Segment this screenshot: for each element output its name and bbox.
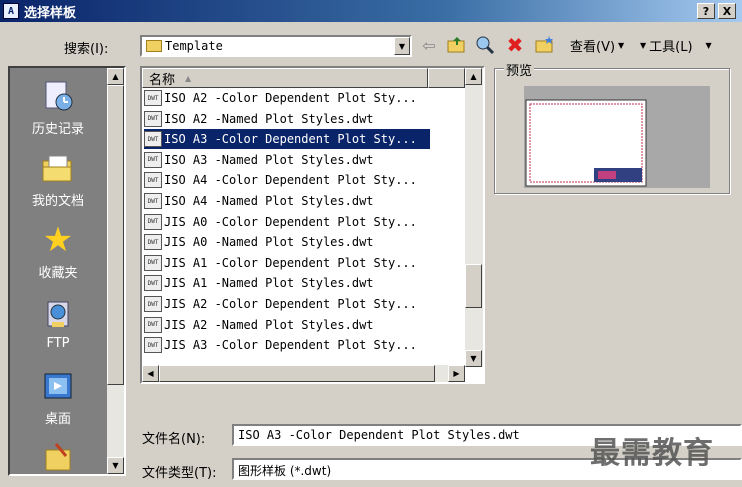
scroll-up-icon[interactable]: ▲: [465, 68, 482, 85]
tools-menu[interactable]: ▼ 工具(L) ▼: [640, 36, 712, 55]
dwt-file-icon: DWT: [144, 172, 162, 189]
file-name: ISO A2 -Color Dependent Plot Sty...: [164, 91, 417, 105]
file-list: 名称 ▲ DWT ISO A2 -Color Dependent Plot Sty…: [140, 66, 485, 384]
scroll-down-icon[interactable]: ▼: [465, 350, 482, 367]
preview-label: 预览: [504, 60, 535, 79]
dwt-file-icon: DWT: [144, 254, 162, 271]
file-name: ISO A4 -Named Plot Styles.dwt: [164, 194, 374, 208]
desktop-icon: [40, 368, 76, 404]
back-arrow-icon[interactable]: ⇦: [418, 34, 440, 56]
file-row[interactable]: DWT JIS A0 -Color Dependent Plot Sty...: [144, 212, 430, 232]
file-name: JIS A0 -Color Dependent Plot Sty...: [164, 214, 417, 229]
search-value: Template: [165, 39, 223, 53]
dwt-file-icon: DWT: [144, 234, 162, 251]
file-row[interactable]: DWT ISO A3 -Named Plot Styles.dwt: [144, 150, 430, 170]
chevron-down-icon: ▼: [640, 41, 647, 50]
file-name: JIS A1 -Color Dependent Plot Sty...: [164, 255, 417, 270]
window-title: 选择样板: [24, 5, 77, 21]
chevron-down-icon: ▼: [705, 41, 712, 50]
file-name: JIS A1 -Named Plot Styles.dwt: [164, 276, 374, 291]
scroll-up-icon[interactable]: ▲: [107, 68, 124, 85]
title-bar: A 选择样板 ? X: [0, 0, 742, 22]
tools-label: 工具(L): [649, 40, 693, 55]
dwt-file-icon: DWT: [144, 193, 162, 209]
delete-icon[interactable]: ✖: [504, 33, 526, 57]
sort-up-icon: ▲: [185, 73, 192, 83]
folder-icon: [146, 40, 162, 52]
file-name: JIS A3 -Color Dependent Plot Sty...: [164, 338, 417, 353]
file-name: JIS A2 -Named Plot Styles.dwt: [164, 317, 374, 332]
scroll-thumb[interactable]: [465, 264, 482, 308]
dwt-file-icon: DWT: [144, 131, 162, 148]
dwt-file-icon: DWT: [144, 151, 162, 168]
views-label: 查看(V): [570, 40, 616, 55]
file-row[interactable]: DWT JIS A0 -Named Plot Styles.dwt: [144, 232, 430, 252]
preview-image: [524, 86, 710, 188]
filetype-label: 文件类型(T):: [142, 466, 217, 481]
file-row[interactable]: DWT ISO A2 -Color Dependent Plot Sty...: [144, 88, 430, 108]
places-bar: 历史记录 我的文档 ★ 收藏夹 FTP 桌面 ▲ ▼: [8, 66, 126, 476]
dwt-file-icon: DWT: [144, 90, 162, 106]
search-label: 搜索(I):: [64, 42, 109, 57]
place-history[interactable]: 历史记录: [10, 78, 106, 137]
folder-icon: [40, 150, 76, 186]
dwt-file-icon: DWT: [144, 296, 162, 312]
file-name: ISO A2 -Named Plot Styles.dwt: [164, 111, 374, 126]
dwt-file-icon: DWT: [144, 213, 162, 230]
help-button[interactable]: ?: [697, 3, 715, 19]
place-ftp[interactable]: FTP: [10, 296, 106, 351]
places-scrollbar[interactable]: ▲ ▼: [107, 68, 124, 474]
dwt-file-icon: DWT: [144, 110, 162, 127]
place-my-documents[interactable]: 我的文档: [10, 150, 106, 209]
views-menu[interactable]: 查看(V) ▼: [570, 36, 624, 55]
file-name: ISO A3 -Named Plot Styles.dwt: [164, 152, 374, 167]
chevron-down-icon: ▼: [618, 41, 625, 50]
file-row[interactable]: DWT JIS A1 -Color Dependent Plot Sty...: [144, 253, 430, 273]
file-row[interactable]: DWT ISO A4 -Color Dependent Plot Sty...: [144, 170, 430, 190]
ftp-icon: [40, 296, 76, 332]
file-row[interactable]: DWT JIS A3 -Color Dependent Plot Sty...: [144, 335, 430, 355]
new-folder-icon[interactable]: [534, 34, 556, 56]
file-list-scrollbar[interactable]: ▲ ▼: [465, 68, 483, 367]
scroll-thumb[interactable]: [107, 85, 124, 385]
file-row[interactable]: DWT JIS A1 -Named Plot Styles.dwt: [144, 273, 430, 293]
scroll-left-icon[interactable]: ◀: [142, 365, 159, 382]
search-web-icon[interactable]: [474, 34, 496, 56]
file-row[interactable]: DWT ISO A2 -Named Plot Styles.dwt: [144, 109, 430, 129]
file-row[interactable]: DWT JIS A2 -Named Plot Styles.dwt: [144, 315, 430, 335]
file-row[interactable]: DWT ISO A3 -Color Dependent Plot Sty...: [144, 129, 430, 150]
column-header-extra[interactable]: [428, 68, 465, 88]
dwt-file-icon: DWT: [144, 275, 162, 292]
scroll-down-icon[interactable]: ▼: [107, 457, 124, 474]
file-list-hscrollbar[interactable]: ◀ ▶: [142, 365, 465, 382]
up-folder-icon[interactable]: [446, 34, 468, 56]
place-more[interactable]: [10, 440, 106, 480]
app-icon: A: [3, 3, 19, 19]
star-icon: ★: [42, 220, 74, 260]
filename-label: 文件名(N):: [142, 432, 206, 447]
scroll-right-icon[interactable]: ▶: [448, 365, 465, 382]
close-button[interactable]: X: [718, 3, 736, 19]
file-row[interactable]: DWT JIS A2 -Color Dependent Plot Sty...: [144, 294, 430, 314]
file-name: ISO A4 -Color Dependent Plot Sty...: [164, 173, 417, 188]
column-header-name[interactable]: 名称 ▲: [142, 68, 428, 88]
file-row[interactable]: DWT ISO A4 -Named Plot Styles.dwt: [144, 191, 430, 211]
file-name: JIS A2 -Color Dependent Plot Sty...: [164, 297, 417, 311]
hscroll-thumb[interactable]: [159, 365, 435, 382]
place-desktop[interactable]: 桌面: [10, 368, 106, 427]
folder-icon: [40, 440, 76, 476]
chevron-down-icon[interactable]: ▼: [394, 37, 410, 55]
search-combo[interactable]: Template ▼: [140, 35, 412, 57]
dwt-file-icon: DWT: [144, 337, 162, 354]
history-icon: [40, 78, 76, 114]
place-favorites[interactable]: ★ 收藏夹: [10, 220, 106, 281]
file-name: ISO A3 -Color Dependent Plot Sty...: [164, 132, 417, 147]
file-name: JIS A0 -Named Plot Styles.dwt: [164, 235, 374, 250]
watermark: 最需教育: [590, 436, 714, 471]
dwt-file-icon: DWT: [144, 316, 162, 333]
